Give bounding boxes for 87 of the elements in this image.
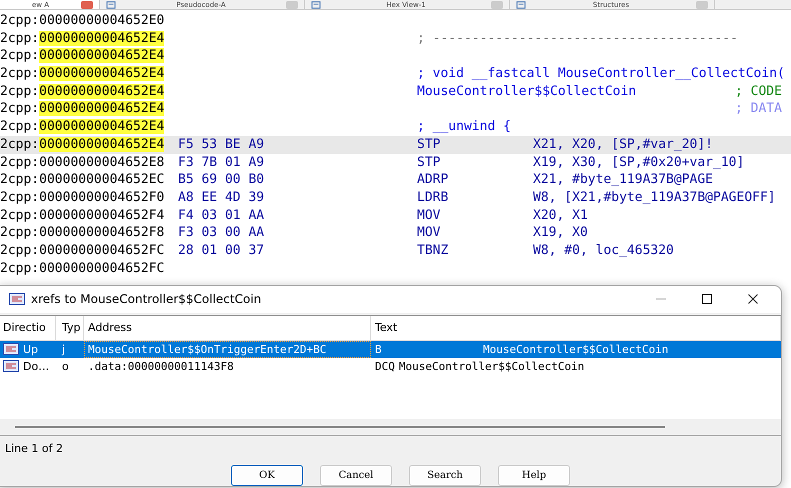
- operands: W8, #0, loc_465320: [533, 242, 674, 260]
- xref-icon: [3, 360, 19, 372]
- mnemonic: TBNZ: [417, 242, 450, 260]
- mnemonic: STP: [417, 154, 442, 172]
- mnemonic: LDRB: [417, 188, 450, 207]
- opcode-bytes: F4 03 01 AA: [178, 208, 264, 223]
- segment-label: 2cpp:: [0, 13, 40, 28]
- address-text: 00000000004652E4: [39, 30, 164, 46]
- column-header[interactable]: Text: [371, 316, 781, 340]
- xref-comment: ; CODE: [735, 82, 782, 100]
- column-header[interactable]: Typ: [56, 316, 84, 340]
- column-header[interactable]: Directio: [0, 316, 56, 340]
- status-text: Line 1 of 2: [4, 441, 64, 457]
- target-text: MouseController$$CollectCoin: [483, 342, 668, 356]
- dialog-button[interactable]: Cancel: [320, 465, 392, 486]
- listing-comment: ; void __fastcall MouseController__CollectCoin(: [417, 65, 785, 83]
- xref-row[interactable]: Up j MouseController$$OnTriggerEnter2D+BC B MouseController$$CollectCoin: [0, 340, 781, 358]
- segment-label: 2cpp:: [0, 136, 40, 152]
- opcode-bytes: A8 EE 4D 39: [178, 190, 264, 205]
- xref-comment: ; DATA: [735, 100, 782, 118]
- operands: W8, [X21,#byte_119A37B@PAGEOFF]: [533, 188, 776, 207]
- function-label: MouseController$$CollectCoin: [417, 84, 636, 99]
- address-text: MouseController$$OnTriggerEnter2D+BC: [84, 340, 371, 358]
- mnemonic: ADRP: [417, 171, 450, 189]
- segment-label: 2cpp:: [0, 225, 40, 240]
- segment-label: 2cpp:: [0, 84, 40, 99]
- opcode-bytes: 28 01 00 37: [178, 242, 264, 258]
- direction-text: Up: [23, 342, 38, 356]
- address-text: 00000000004652E4: [39, 84, 164, 99]
- segment-label: 2cpp:: [0, 66, 40, 82]
- address-text: 00000000004652F0: [39, 190, 164, 205]
- address-text: 00000000004652E4: [39, 119, 164, 134]
- tab-icon: [311, 0, 321, 8]
- opcode-bytes: F3 7B 01 A9: [178, 154, 264, 170]
- segment-label: 2cpp:: [0, 208, 40, 223]
- xref-row[interactable]: Do… o .data:00000000011143F8 DCQ MouseController$$CollectCoin: [0, 358, 781, 375]
- tab-icon: [516, 0, 526, 8]
- operands: X19, X30, [SP,#0x20+var_10]: [533, 154, 744, 172]
- address-text: 00000000004652EC: [39, 172, 164, 188]
- xref-icon: [9, 293, 25, 306]
- type-text: o: [61, 358, 70, 375]
- address-text: .data:00000000011143F8: [87, 358, 235, 375]
- dialog-button[interactable]: Search: [409, 465, 481, 486]
- instruction-text: B: [375, 342, 383, 356]
- segment-label: 2cpp:: [0, 119, 40, 134]
- direction-text: Do…: [23, 360, 50, 373]
- segment-label: 2cpp:: [0, 242, 40, 258]
- instruction-text: DCQ: [375, 360, 395, 373]
- segment-label: 2cpp:: [0, 154, 40, 170]
- mnemonic: STP: [417, 136, 442, 154]
- target-text: MouseController$$CollectCoin: [398, 360, 584, 373]
- opcode-bytes: F5 53 BE A9: [178, 136, 264, 152]
- address-text: 00000000004652E4: [39, 48, 164, 64]
- dialog-button[interactable]: OK: [231, 465, 303, 486]
- segment-label: 2cpp:: [0, 260, 40, 276]
- opcode-bytes: B5 69 00 B0: [178, 172, 264, 188]
- dialog-title: xrefs to MouseController$$CollectCoin: [31, 292, 262, 306]
- address-text: 00000000004652E8: [39, 154, 164, 170]
- listing-comment: ; ---------------------------------------: [417, 30, 738, 48]
- address-text: 00000000004652FC: [39, 242, 164, 258]
- segment-label: 2cpp:: [0, 30, 40, 46]
- xref-icon: [3, 343, 19, 356]
- operands: X20, X1: [533, 206, 588, 224]
- operands: X21, #byte_119A37B@PAGE: [533, 171, 714, 189]
- mnemonic: MOV: [417, 206, 442, 224]
- maximize-icon[interactable]: [701, 293, 713, 306]
- address-text: 00000000004652E0: [39, 13, 164, 28]
- tab-icon: [106, 0, 116, 8]
- address-text: 00000000004652E4: [39, 66, 164, 82]
- dialog-button[interactable]: Help: [498, 465, 570, 486]
- opcode-bytes: F3 03 00 AA: [178, 225, 264, 240]
- address-text: 00000000004652FC: [39, 260, 164, 276]
- segment-label: 2cpp:: [0, 101, 40, 116]
- segment-label: 2cpp:: [0, 190, 40, 205]
- column-header[interactable]: Address: [84, 316, 371, 340]
- operands: X19, X0: [533, 224, 588, 242]
- operands: X21, X20, [SP,#var_20]!: [533, 136, 714, 154]
- address-text: 00000000004652F8: [39, 225, 164, 240]
- segment-label: 2cpp:: [0, 48, 40, 64]
- address-text: 00000000004652F4: [39, 208, 164, 223]
- mnemonic: MOV: [417, 224, 442, 242]
- address-text: 00000000004652E4: [39, 101, 164, 116]
- type-text: j: [60, 342, 66, 358]
- scrollbar-thumb[interactable]: [15, 426, 665, 428]
- segment-label: 2cpp:: [0, 172, 40, 188]
- address-text: 00000000004652E4: [39, 136, 164, 152]
- listing-comment: ; __unwind {: [417, 118, 511, 136]
